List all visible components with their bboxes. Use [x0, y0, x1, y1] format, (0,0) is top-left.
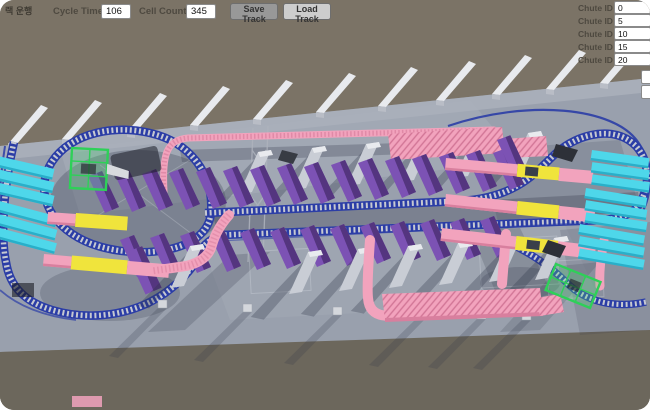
chute-id-label: Chute ID : — [578, 16, 612, 26]
cell-count-label: Cell Count : — [139, 6, 192, 17]
chute-id-input[interactable] — [614, 1, 650, 14]
cell-count-input[interactable] — [186, 4, 216, 19]
chute-id-label: Chute ID : — [578, 42, 612, 52]
chute-id-input-partial[interactable] — [641, 70, 650, 84]
chute-id-label: Chute ID : — [578, 29, 612, 39]
cycle-time-input[interactable] — [101, 4, 131, 19]
chute-id-input[interactable] — [614, 27, 650, 40]
chute-id-input[interactable] — [614, 40, 650, 53]
load-track-button[interactable]: Load Track — [283, 3, 331, 20]
chute-id-input[interactable] — [614, 53, 650, 66]
simulation-viewport[interactable] — [0, 0, 650, 410]
app-window: 랙 운행 Cycle Time : Cell Count : Save Trac… — [0, 0, 650, 410]
chute-id-input-partial[interactable] — [641, 85, 650, 99]
save-track-button[interactable]: Save Track — [230, 3, 278, 20]
chute-id-label: Chute ID : — [578, 3, 612, 13]
app-title: 랙 운행 — [5, 4, 32, 17]
chute-id-label: Chute ID : — [578, 55, 612, 65]
chute-id-input[interactable] — [614, 14, 650, 27]
